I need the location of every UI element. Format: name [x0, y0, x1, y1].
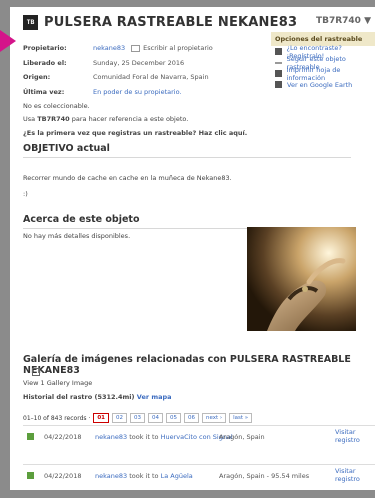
log-row: 04/22/2018 nekane83 took it to HuervaCit… [23, 425, 375, 448]
page-05[interactable]: 05 [166, 413, 181, 423]
info-row-released: Liberado el: Sunday, 25 December 2016 [23, 56, 213, 71]
history-label: Historial del rastro (5312.4mi) [23, 393, 137, 401]
log-date: 04/22/2018 [44, 472, 82, 480]
message-owner-link[interactable]: Escribir al propietario [143, 44, 213, 52]
info-row-origin: Origen: Comunidad Foral de Navarra, Spai… [23, 70, 213, 85]
reference-suffix: para hacer referencia a este objeto. [69, 115, 189, 123]
goal-smile: :) [23, 190, 28, 198]
log-user-link[interactable]: nekane83 [95, 433, 127, 441]
log-date: 04/22/2018 [44, 433, 82, 441]
owner-label: Propietario: [23, 44, 67, 53]
pagination: 01–10 of 843 records · 01 02 03 04 05 06… [23, 413, 253, 423]
owner-link[interactable]: nekane83 [93, 44, 125, 52]
first-time-link[interactable]: ¿Es la primera vez que registras un rast… [23, 129, 247, 137]
page-04[interactable]: 04 [148, 413, 163, 423]
log-text: nekane83 took it to HuervaCito con Signa… [95, 433, 233, 441]
title-row: TB PULSERA RASTREABLE NEKANE83 [23, 13, 297, 31]
page-02[interactable]: 02 [112, 413, 127, 423]
reference-code: TB7R740 [37, 115, 70, 123]
visit-log-link[interactable]: Visitar registro [335, 467, 371, 483]
info-row-owner: Propietario: nekane83 Escribir al propie… [23, 41, 213, 56]
goal-text: Recorrer mundo de cache en cache en la m… [23, 174, 232, 182]
mail-icon [131, 44, 141, 52]
about-heading: Acerca de este objeto [23, 214, 140, 225]
log-location: Aragón, Spain - 95.54 miles [219, 472, 310, 480]
last-seen-label: Última vez: [23, 87, 65, 96]
reference-prefix: Usa [23, 115, 38, 123]
info-row-last-seen: Última vez: En poder de su propietario. [23, 85, 213, 100]
trackable-options-panel: Opciones del rastreable ¿Lo encontraste?… [271, 32, 375, 90]
log-location: Aragón, Spain [219, 433, 265, 441]
page-last[interactable]: last » [229, 413, 253, 423]
log-row: 04/22/2018 nekane83 took it to La Agüela… [23, 464, 375, 487]
option-print[interactable]: Imprimir hoja de información [271, 66, 375, 82]
view-map-link[interactable]: Ver mapa [137, 393, 172, 401]
log-user-link[interactable]: nekane83 [95, 472, 127, 480]
log-text: nekane83 took it to La Agüela [95, 472, 193, 480]
page-03[interactable]: 03 [130, 413, 145, 423]
history-line: Historial del rastro (5312.4mi) Ver mapa [23, 393, 172, 401]
clipboard-icon [275, 48, 282, 55]
released-label: Liberado el: [23, 58, 67, 67]
log-cache-link[interactable]: La Agüela [161, 472, 193, 480]
gallery-image-icon[interactable] [32, 368, 40, 376]
about-text: No hay más detalles disponibles. [23, 232, 131, 240]
log-action: took it to [127, 472, 161, 480]
goal-divider [23, 157, 351, 158]
trackable-icon: TB [23, 14, 38, 30]
page-next[interactable]: next › [202, 413, 227, 423]
last-seen-link[interactable]: En poder de su propietario. [93, 88, 182, 96]
option-google-earth-label[interactable]: Ver en Google Earth [287, 81, 352, 89]
trackable-photo[interactable] [247, 227, 356, 331]
page-title: PULSERA RASTREABLE NEKANE83 [44, 14, 298, 30]
log-action: took it to [127, 433, 161, 441]
view-gallery-link[interactable]: View 1 Gallery Image [23, 379, 92, 387]
gallery-heading: Galería de imágenes relacionadas con PUL… [23, 354, 351, 376]
window-frame-top [0, 0, 375, 7]
watch-icon [275, 61, 282, 64]
released-value: Sunday, 25 December 2016 [93, 58, 185, 67]
page-06[interactable]: 06 [184, 413, 199, 423]
origin-label: Origen: [23, 73, 51, 82]
option-print-label[interactable]: Imprimir hoja de información [287, 66, 375, 82]
goal-heading: OBJETIVO actual [23, 143, 110, 154]
globe-icon [275, 81, 282, 88]
printer-icon [275, 70, 282, 77]
tracking-code-dropdown[interactable]: TB7R740 ▼ [316, 16, 371, 26]
reference-text: Usa TB7R740 para hacer referencia a este… [23, 115, 188, 123]
log-type-icon [27, 472, 34, 479]
visit-log-link[interactable]: Visitar registro [335, 428, 371, 444]
window-frame-bottom [0, 490, 375, 498]
pagination-summary: 01–10 of 843 records · [23, 414, 91, 422]
trackable-page: TB PULSERA RASTREABLE NEKANE83 TB7R740 ▼… [18, 7, 375, 490]
pointer-arrow-icon [0, 30, 16, 52]
page-01[interactable]: 01 [93, 413, 109, 423]
window-frame-left [0, 0, 10, 498]
log-type-icon [27, 433, 34, 440]
not-collectible-text: No es coleccionable. [23, 102, 90, 110]
info-table: Propietario: nekane83 Escribir al propie… [23, 41, 213, 99]
origin-value: Comunidad Foral de Navarra, Spain [93, 73, 209, 82]
